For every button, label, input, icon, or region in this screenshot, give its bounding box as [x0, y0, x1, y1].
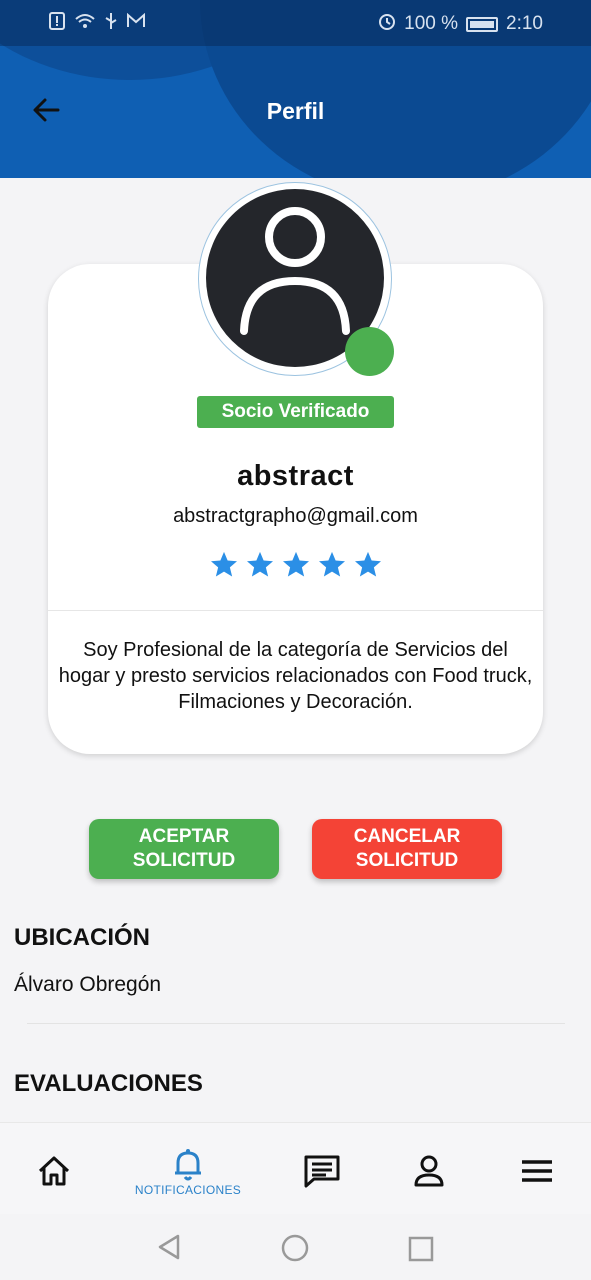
location-title: UBICACIÓN [14, 924, 150, 951]
clock: 2:10 [506, 13, 543, 34]
alert-icon [48, 12, 66, 36]
online-status-indicator [345, 327, 394, 376]
circle-home-icon [281, 1234, 309, 1262]
triangle-back-icon [158, 1234, 180, 1260]
chat-icon [304, 1155, 340, 1188]
alarm-icon [378, 12, 396, 36]
reviews-title: EVALUACIONES [14, 1070, 203, 1097]
star-icon [282, 551, 309, 577]
verified-badge: Socio Verificado [197, 396, 394, 428]
profile-bio: Soy Profesional de la categoría de Servi… [58, 639, 533, 713]
home-icon [38, 1156, 70, 1186]
system-back-button[interactable] [154, 1232, 184, 1267]
nav-menu[interactable] [517, 1151, 557, 1191]
nav-home[interactable] [34, 1151, 74, 1191]
accept-request-button[interactable]: ACEPTAR SOLICITUD [89, 819, 279, 879]
status-bar: 100 % 2:10 [0, 0, 591, 46]
star-icon [246, 551, 273, 577]
gmail-icon [126, 12, 146, 35]
battery-percent: 100 % [404, 13, 459, 34]
bell-icon [175, 1149, 201, 1181]
system-nav-bar [0, 1214, 591, 1280]
usb-icon [104, 12, 118, 36]
battery-icon [466, 16, 499, 32]
nav-notifications-label: NOTIFICACIONES [134, 1183, 242, 1197]
bottom-nav: NOTIFICACIONES [0, 1122, 591, 1214]
menu-icon [522, 1160, 552, 1182]
person-icon [414, 1155, 444, 1187]
star-icon [318, 551, 345, 577]
nav-notifications[interactable] [168, 1145, 208, 1185]
nav-profile[interactable] [409, 1151, 449, 1191]
square-recent-icon [408, 1236, 434, 1262]
profile-name: abstract [237, 460, 354, 492]
star-icon [354, 551, 381, 577]
section-divider [27, 1023, 565, 1024]
system-recent-button[interactable] [408, 1236, 434, 1267]
page-title: Perfil [266, 98, 325, 124]
wifi-icon [74, 12, 96, 36]
nav-messages[interactable] [302, 1151, 342, 1191]
header: 100 % 2:10 Perfil [0, 0, 591, 178]
card-divider [48, 610, 543, 611]
star-icon [210, 551, 237, 577]
system-home-button[interactable] [281, 1234, 309, 1267]
profile-email: abstractgrapho@gmail.com [173, 505, 418, 527]
rating-stars [0, 550, 591, 580]
location-value: Álvaro Obregón [14, 973, 162, 996]
cancel-request-button[interactable]: CANCELAR SOLICITUD [312, 819, 502, 879]
